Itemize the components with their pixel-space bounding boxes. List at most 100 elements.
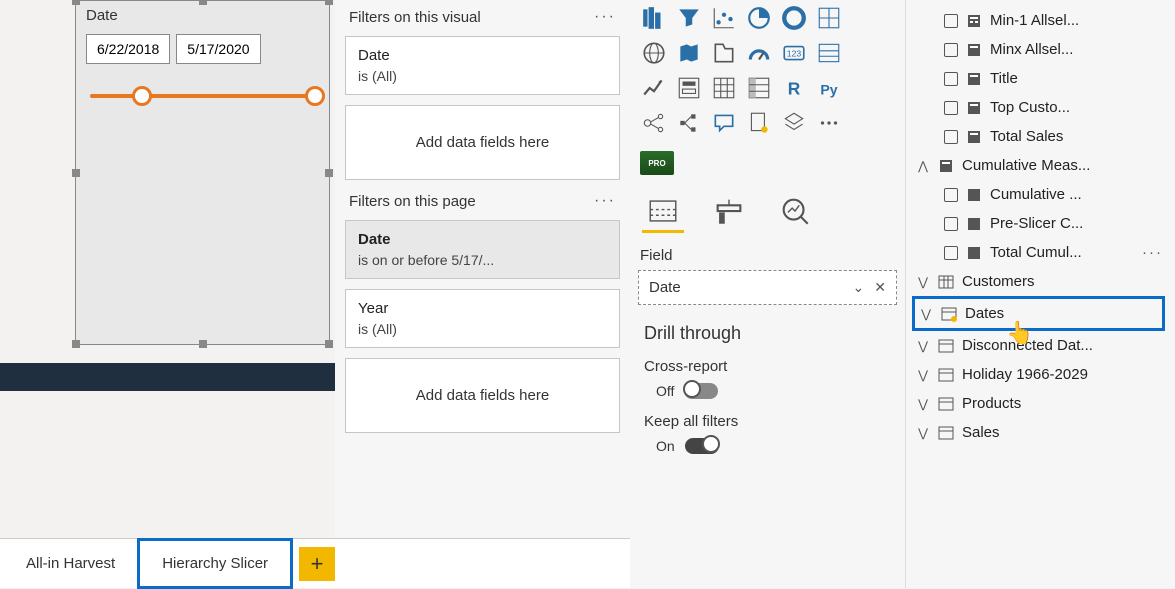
field-chevron-icon[interactable]: ⌄ <box>853 279 865 296</box>
table-icon <box>938 338 954 354</box>
filter-card-year-page[interactable]: Year is (All) <box>345 289 620 348</box>
filters-pane: Filters on this visual ··· Date is (All)… <box>335 0 630 538</box>
pie-icon[interactable] <box>743 2 775 34</box>
cross-report-toggle[interactable] <box>684 383 718 399</box>
date-slider[interactable] <box>90 80 315 120</box>
checkbox-icon[interactable] <box>944 130 958 144</box>
analytics-mode-button[interactable] <box>774 191 816 233</box>
tab-all-in-harvest[interactable]: All-in Harvest <box>4 541 137 586</box>
field-title[interactable]: Title <box>912 64 1175 93</box>
r-visual-icon[interactable]: R <box>778 72 810 104</box>
filter-card-date-visual[interactable]: Date is (All) <box>345 36 620 95</box>
checkbox-icon[interactable] <box>944 246 958 260</box>
clustered-bar-icon[interactable] <box>638 2 670 34</box>
expand-icon[interactable]: ⋁ <box>916 368 930 382</box>
drill-through-header: Drill through <box>638 305 897 352</box>
filled-map-icon[interactable] <box>673 37 705 69</box>
measure-icon <box>966 245 982 261</box>
field-total-sales[interactable]: Total Sales <box>912 122 1175 151</box>
checkbox-icon[interactable] <box>944 43 958 57</box>
table-dates[interactable]: ⋁Dates <box>912 296 1165 331</box>
table-icon <box>938 425 954 441</box>
py-visual-icon[interactable]: Py <box>813 72 845 104</box>
arcgis-icon[interactable] <box>778 107 810 139</box>
slider-handle-end[interactable] <box>305 86 325 106</box>
treemap-icon[interactable] <box>813 2 845 34</box>
field-top-custo[interactable]: Top Custo... <box>912 93 1175 122</box>
more-visuals-icon[interactable] <box>813 107 845 139</box>
filter-card-date-page[interactable]: Date is on or before 5/17/... <box>345 220 620 279</box>
filters-page-header: Filters on this page <box>349 193 476 210</box>
table-customers[interactable]: ⋁Customers <box>912 267 1175 296</box>
decomposition-icon[interactable] <box>673 107 705 139</box>
table-icon <box>938 274 954 290</box>
expand-icon[interactable]: ⋁ <box>919 307 933 321</box>
expand-icon[interactable]: ⋁ <box>916 339 930 353</box>
format-mode-button[interactable] <box>708 191 750 233</box>
checkbox-icon[interactable] <box>944 14 958 28</box>
field-remove-icon[interactable]: ✕ <box>874 279 886 296</box>
table-icon <box>938 367 954 383</box>
card-icon[interactable]: 123 <box>778 37 810 69</box>
measure-icon <box>966 42 982 58</box>
qa-visual-icon[interactable] <box>708 107 740 139</box>
field-cumulative[interactable]: Cumulative ... <box>912 180 1175 209</box>
map-icon[interactable] <box>638 37 670 69</box>
fields-mode-button[interactable] <box>642 191 684 233</box>
donut-icon[interactable] <box>778 2 810 34</box>
expand-icon[interactable]: ⋁ <box>916 397 930 411</box>
checkbox-icon[interactable] <box>944 217 958 231</box>
add-page-button[interactable]: + <box>299 547 335 581</box>
date-end-input[interactable]: 5/17/2020 <box>176 34 260 64</box>
keep-filters-state: On <box>656 438 675 454</box>
shape-map-icon[interactable] <box>708 37 740 69</box>
table-products[interactable]: ⋁Products <box>912 389 1175 418</box>
group-cumulative[interactable]: ⋀Cumulative Meas... <box>912 151 1175 180</box>
add-visual-filter-well[interactable]: Add data fields here <box>345 105 620 180</box>
field-well[interactable]: Date ⌄ ✕ <box>638 270 897 305</box>
collapse-icon[interactable]: ⋀ <box>916 159 930 173</box>
gauge-icon[interactable] <box>743 37 775 69</box>
field-more-icon[interactable]: ··· <box>1142 244 1163 261</box>
filters-visual-more-icon[interactable]: ··· <box>594 8 616 26</box>
keep-filters-toggle[interactable] <box>685 438 719 454</box>
cross-report-label: Cross-report <box>644 358 893 375</box>
field-min1[interactable]: Min-1 Allsel... <box>912 6 1175 35</box>
expand-icon[interactable]: ⋁ <box>916 426 930 440</box>
filters-page-more-icon[interactable]: ··· <box>594 192 616 210</box>
filter-value: is (All) <box>358 68 607 84</box>
field-minx[interactable]: Minx Allsel... <box>912 35 1175 64</box>
report-canvas[interactable]: Date 6/22/2018 5/17/2020 <box>0 0 335 588</box>
expand-icon[interactable]: ⋁ <box>916 275 930 289</box>
measure-icon <box>966 71 982 87</box>
tab-hierarchy-slicer[interactable]: Hierarchy Slicer <box>137 538 293 589</box>
checkbox-icon[interactable] <box>944 72 958 86</box>
checkbox-icon[interactable] <box>944 101 958 115</box>
pro-badge[interactable]: PRO <box>640 151 674 175</box>
field-pre-slicer[interactable]: Pre-Slicer C... <box>912 209 1175 238</box>
svg-text:R: R <box>788 79 801 99</box>
add-fields-label: Add data fields here <box>358 116 607 169</box>
matrix-icon[interactable] <box>743 72 775 104</box>
add-page-filter-well[interactable]: Add data fields here <box>345 358 620 433</box>
table-icon[interactable] <box>708 72 740 104</box>
paginated-icon[interactable] <box>743 107 775 139</box>
key-influencers-icon[interactable] <box>638 107 670 139</box>
table-holiday[interactable]: ⋁Holiday 1966-2029 <box>912 360 1175 389</box>
slicer-icon[interactable] <box>673 72 705 104</box>
date-start-input[interactable]: 6/22/2018 <box>86 34 170 64</box>
table-disconnected[interactable]: ⋁Disconnected Dat... <box>912 331 1175 360</box>
table-sales[interactable]: ⋁Sales <box>912 418 1175 447</box>
cross-report-state: Off <box>656 383 674 399</box>
scatter-icon[interactable] <box>708 2 740 34</box>
funnel-icon[interactable] <box>673 2 705 34</box>
field-well-label: Field <box>638 241 897 270</box>
measure-icon <box>966 129 982 145</box>
slider-handle-start[interactable] <box>132 86 152 106</box>
slicer-visual[interactable]: Date 6/22/2018 5/17/2020 <box>75 0 330 345</box>
kpi-icon[interactable] <box>638 72 670 104</box>
checkbox-icon[interactable] <box>944 188 958 202</box>
multi-card-icon[interactable] <box>813 37 845 69</box>
field-total-cumul[interactable]: Total Cumul...··· <box>912 238 1175 267</box>
table-icon <box>941 306 957 322</box>
